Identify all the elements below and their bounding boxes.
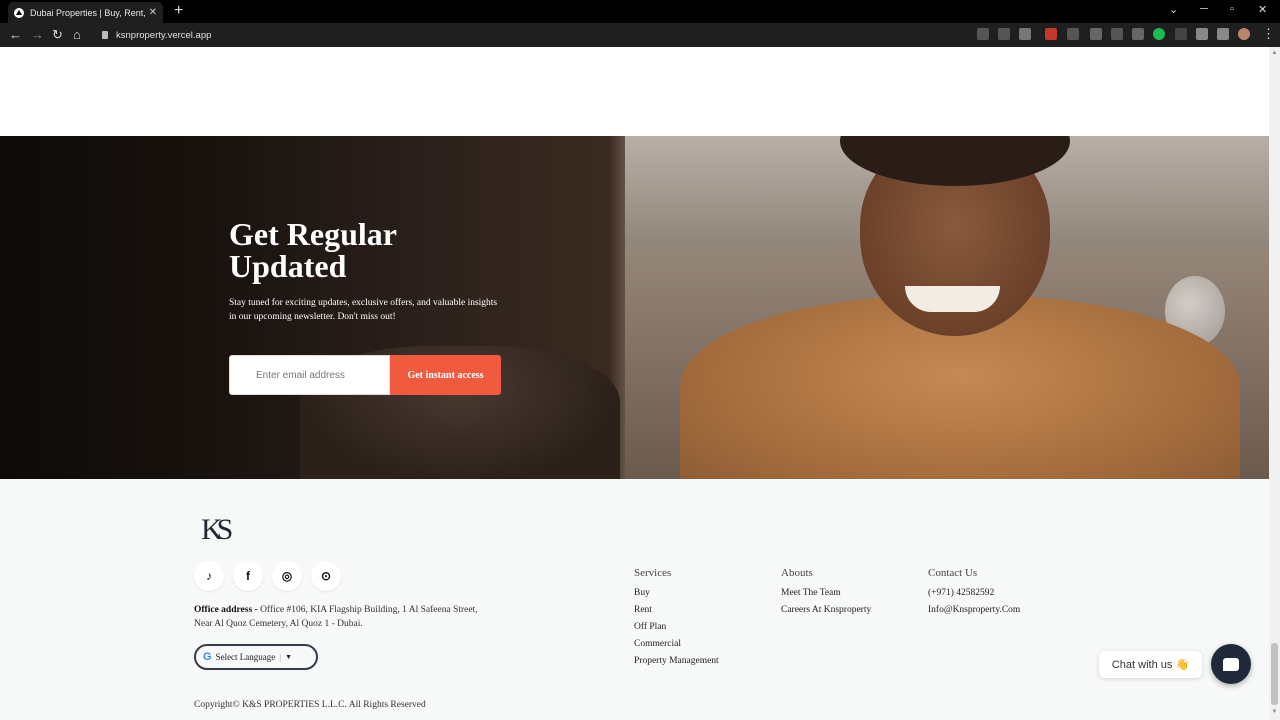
share-icon[interactable]	[998, 28, 1010, 40]
contact-heading: Contact Us	[928, 567, 978, 579]
browser-tab-bar: Dubai Properties | Buy, Rent, and ✕ + ⌄ …	[0, 0, 1280, 23]
get-instant-access-button[interactable]: Get instant access	[390, 355, 501, 395]
back-icon[interactable]: ←	[9, 27, 22, 42]
email-input[interactable]: Enter email address	[229, 355, 390, 395]
footer-link-property-management[interactable]: Property Management	[634, 656, 719, 666]
language-separator: |	[279, 652, 282, 662]
home-icon[interactable]: ⌂	[73, 27, 81, 42]
footer-link-careers[interactable]: Careers At Knsproperty	[781, 605, 871, 615]
services-heading: Services	[634, 567, 672, 579]
puzzle-icon[interactable]	[1196, 28, 1208, 40]
chat-launcher-button[interactable]	[1211, 644, 1251, 684]
page-content: Get Regular Updated Stay tuned for excit…	[0, 47, 1269, 720]
tab-close-icon[interactable]: ✕	[149, 7, 157, 18]
translate-icon[interactable]	[977, 28, 989, 40]
extension-icon[interactable]	[1153, 28, 1165, 40]
reload-icon[interactable]: ↻	[52, 27, 63, 42]
chevron-down-icon: ▼	[285, 653, 293, 661]
footer-link-commercial[interactable]: Commercial	[634, 639, 719, 649]
instagram-icon[interactable]: ◎	[272, 561, 302, 591]
newsletter-section: Get Regular Updated Stay tuned for excit…	[0, 136, 1269, 479]
tab-title: Dubai Properties | Buy, Rent, and	[30, 7, 145, 18]
newsletter-description: Stay tuned for exciting updates, exclusi…	[229, 298, 498, 322]
url-text: ksnproperty.vercel.app	[116, 29, 212, 41]
menu-icon[interactable]: ⋮	[1262, 26, 1275, 41]
language-label: Select Language	[215, 652, 276, 662]
scrollbar-thumb[interactable]	[1271, 643, 1278, 705]
scroll-up-icon[interactable]: ▲	[1271, 50, 1278, 56]
site-footer: KS ♪ f ◎ ⊙ Office address - Office #106,…	[0, 479, 1269, 720]
tiktok-icon[interactable]: ♪	[194, 561, 224, 591]
location-pin-icon[interactable]: ⊙	[311, 561, 341, 591]
office-address: Office address - Office #106, KIA Flagsh…	[194, 603, 494, 631]
footer-link-phone[interactable]: (+971) 42582592	[928, 588, 1020, 598]
abouts-heading: Abouts	[781, 567, 813, 579]
scroll-down-icon[interactable]: ▼	[1271, 709, 1278, 715]
footer-link-email[interactable]: Info@Knsproperty.Com	[928, 605, 1020, 615]
browser-tab[interactable]: Dubai Properties | Buy, Rent, and ✕	[8, 2, 163, 23]
browser-address-bar: ← → ↻ ⌂ ksnproperty.vercel.app ⋮	[0, 23, 1280, 47]
tab-search-icon[interactable]: ⌄	[1169, 3, 1178, 16]
new-tab-button[interactable]: +	[174, 3, 183, 19]
footer-link-buy[interactable]: Buy	[634, 588, 719, 598]
extension-icon[interactable]	[1045, 28, 1057, 40]
forward-icon[interactable]: →	[31, 27, 44, 42]
extension-icon[interactable]	[1067, 28, 1079, 40]
close-window-icon[interactable]: ✕	[1258, 3, 1267, 16]
extension-icon[interactable]	[1132, 28, 1144, 40]
footer-link-rent[interactable]: Rent	[634, 605, 719, 615]
lock-icon	[102, 31, 108, 39]
footer-link-meet-the-team[interactable]: Meet The Team	[781, 588, 871, 598]
profile-avatar[interactable]	[1238, 28, 1250, 40]
copyright: Copyright© K&S PROPERTIES L.L.C. All Rig…	[194, 700, 426, 710]
footer-link-off-plan[interactable]: Off Plan	[634, 622, 719, 632]
google-icon: G	[203, 651, 212, 663]
title-line-1: Get Regular	[229, 216, 397, 252]
extension-icon[interactable]	[1090, 28, 1102, 40]
services-column: Services Buy Rent Off Plan Commercial Pr…	[634, 567, 719, 673]
contact-column: Contact Us (+971) 42582592 Info@Knsprope…	[928, 567, 1020, 622]
office-label: Office address -	[194, 605, 258, 615]
facebook-icon[interactable]: f	[233, 561, 263, 591]
social-links: ♪ f ◎ ⊙	[194, 561, 341, 591]
chat-icon	[1223, 657, 1239, 671]
scrollbar-track[interactable]	[1269, 47, 1280, 720]
chat-prompt-bubble[interactable]: Chat with us 👋	[1099, 651, 1202, 678]
side-panel-icon[interactable]	[1217, 28, 1229, 40]
extension-icon[interactable]	[1111, 28, 1123, 40]
newsletter-form: Enter email address Get instant access	[229, 355, 501, 395]
site-favicon-icon	[14, 7, 24, 18]
title-line-2: Updated	[229, 248, 347, 284]
minimize-icon[interactable]: ─	[1200, 3, 1208, 15]
language-select[interactable]: G Select Language | ▼	[194, 644, 318, 670]
abouts-column: Abouts Meet The Team Careers At Knsprope…	[781, 567, 871, 622]
maximize-icon[interactable]: ▫	[1230, 3, 1234, 15]
ks-logo[interactable]: KS	[201, 513, 233, 547]
person-smile	[905, 286, 1000, 312]
star-icon[interactable]	[1019, 28, 1031, 40]
extension-icon[interactable]	[1175, 28, 1187, 40]
newsletter-title: Get Regular Updated	[229, 218, 529, 282]
